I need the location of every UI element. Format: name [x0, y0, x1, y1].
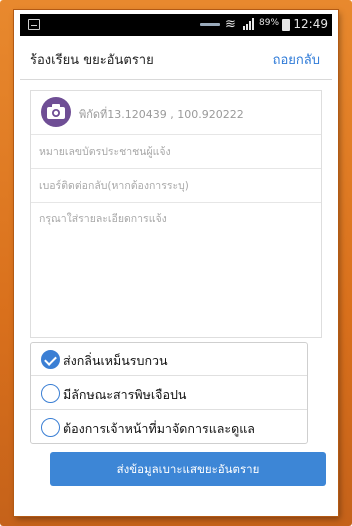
screenshot-icon — [28, 19, 40, 30]
notification-icon — [200, 23, 220, 26]
radio-icon[interactable] — [41, 384, 60, 403]
camera-button[interactable] — [41, 97, 71, 127]
report-form: พิกัดที่13.120439 , 100.920222 — [30, 90, 322, 338]
submit-button[interactable]: ส่งข้อมูลเบาะแสขยะอันตราย — [50, 452, 326, 486]
phone-row — [31, 169, 321, 203]
coordinates-text: พิกัดที่13.120439 , 100.920222 — [79, 108, 244, 121]
camera-icon — [47, 104, 65, 119]
battery-percent: 89% — [259, 18, 280, 28]
option-label: ต้องการเจ้าหน้าที่มาจัดการและดูแล — [63, 421, 255, 436]
id-card-row — [31, 135, 321, 169]
app-header: ร้องเรียน ขยะอันตราย ถอยกลับ — [20, 36, 332, 80]
clock: 12:49 — [293, 17, 328, 31]
detail-textarea[interactable] — [39, 210, 315, 330]
option-label: ส่งกลิ่นเหม็นรบกวน — [63, 353, 168, 368]
wifi-icon: ≋ — [225, 17, 236, 32]
back-button[interactable]: ถอยกลับ — [273, 49, 320, 70]
options-list: ส่งกลิ่นเหม็นรบกวน มีลักษณะสารพิษเจือปน … — [30, 342, 308, 444]
battery-icon — [282, 19, 290, 31]
option-label: มีลักษณะสารพิษเจือปน — [63, 387, 187, 402]
id-card-input[interactable] — [39, 144, 311, 160]
signal-icon — [243, 18, 254, 30]
phone-input[interactable] — [39, 178, 311, 194]
radio-icon[interactable] — [41, 418, 60, 437]
option-bad-smell[interactable]: ส่งกลิ่นเหม็นรบกวน — [31, 343, 307, 376]
option-toxic-substance[interactable]: มีลักษณะสารพิษเจือปน — [31, 377, 307, 410]
option-need-staff[interactable]: ต้องการเจ้าหน้าที่มาจัดการและดูแล — [31, 411, 307, 444]
status-bar: ≋ 89% 12:49 — [20, 14, 332, 36]
checked-radio-icon[interactable] — [41, 350, 60, 369]
page-title: ร้องเรียน ขยะอันตราย — [30, 53, 154, 68]
location-row: พิกัดที่13.120439 , 100.920222 — [31, 91, 321, 135]
